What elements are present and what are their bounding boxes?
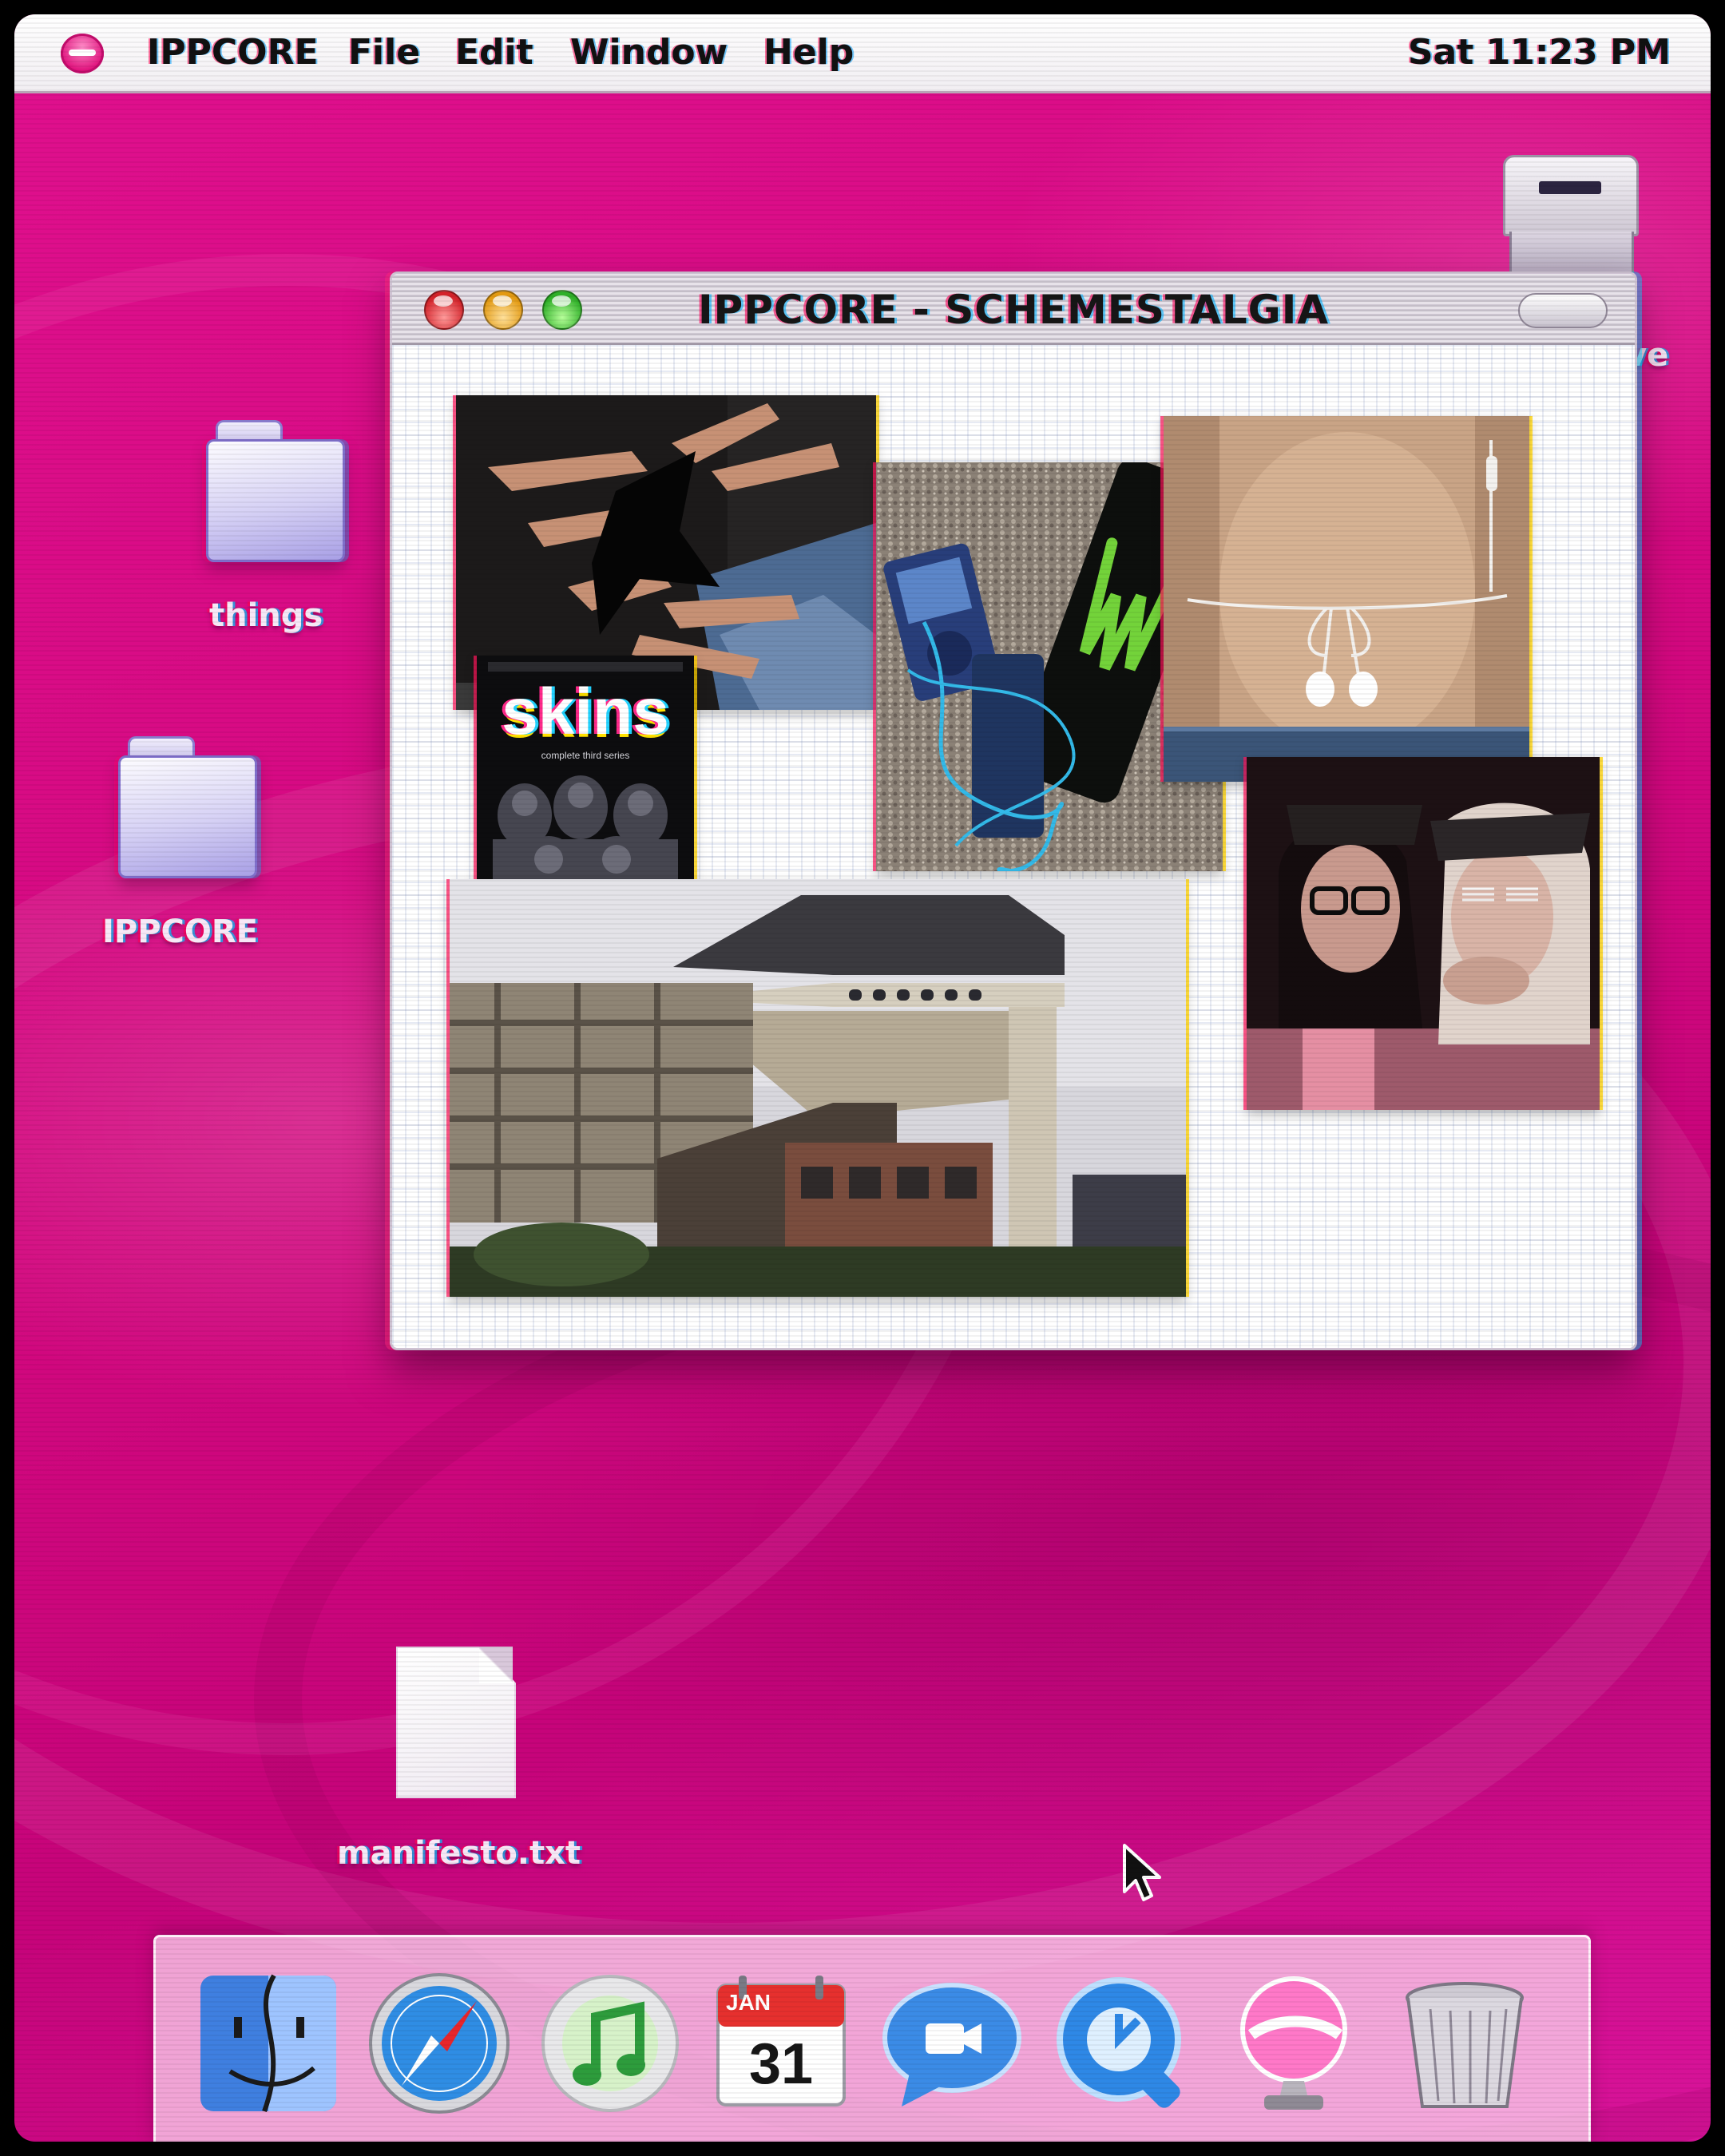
mouse-cursor-icon bbox=[1121, 1842, 1166, 1906]
skins-dvd-subtitle: complete third series bbox=[541, 750, 630, 761]
itunes-icon[interactable] bbox=[536, 1969, 684, 2118]
apple-menu-icon[interactable] bbox=[61, 34, 104, 73]
skins-dvd-title: skins bbox=[502, 676, 669, 748]
finder-icon[interactable] bbox=[194, 1969, 343, 2118]
dock: JAN 31 bbox=[153, 1935, 1591, 2142]
photo-earphones-midriff bbox=[1164, 416, 1529, 782]
trash-icon[interactable] bbox=[1390, 1969, 1539, 2118]
photo-school-building bbox=[450, 879, 1186, 1297]
folder-icon[interactable] bbox=[118, 736, 257, 880]
collage-window: IPPCORE - SCHEMESTALGIA skins complete t… bbox=[390, 271, 1637, 1350]
window-title: IPPCORE - SCHEMESTALGIA bbox=[697, 287, 1330, 333]
safari-icon[interactable] bbox=[365, 1969, 514, 2118]
menu-bar: IPPCORE File Edit Window Help Sat 11:23 … bbox=[14, 14, 1711, 93]
menu-file[interactable]: File bbox=[348, 32, 420, 73]
desktop: IPPCORE File Edit Window Help Sat 11:23 … bbox=[14, 14, 1711, 2142]
calendar-month: JAN bbox=[726, 1990, 771, 2015]
quicktime-icon[interactable] bbox=[1049, 1969, 1197, 2118]
calendar-icon[interactable]: JAN 31 bbox=[707, 1969, 855, 2118]
window-title-bar[interactable]: IPPCORE - SCHEMESTALGIA bbox=[392, 274, 1635, 345]
menu-clock: Sat 11:23 PM bbox=[1407, 32, 1671, 73]
ichat-icon[interactable] bbox=[878, 1969, 1026, 2118]
menu-app-name[interactable]: IPPCORE bbox=[147, 32, 319, 73]
text-file-icon[interactable] bbox=[396, 1647, 516, 1798]
toolbar-toggle-button[interactable] bbox=[1518, 293, 1608, 328]
menu-help[interactable]: Help bbox=[763, 32, 854, 73]
collage-canvas: skins complete third series bbox=[392, 345, 1635, 1348]
folder-ippcore-label[interactable]: IPPCORE bbox=[102, 914, 258, 950]
globe-icon[interactable] bbox=[1219, 1969, 1368, 2118]
folder-things-label[interactable]: things bbox=[209, 597, 323, 634]
manifesto-file-label[interactable]: manifesto.txt bbox=[337, 1835, 581, 1872]
menu-window[interactable]: Window bbox=[570, 32, 728, 73]
photo-two-friends bbox=[1247, 757, 1600, 1110]
menu-edit[interactable]: Edit bbox=[455, 32, 533, 73]
calendar-day: 31 bbox=[748, 2032, 814, 2096]
folder-icon[interactable] bbox=[206, 420, 345, 564]
